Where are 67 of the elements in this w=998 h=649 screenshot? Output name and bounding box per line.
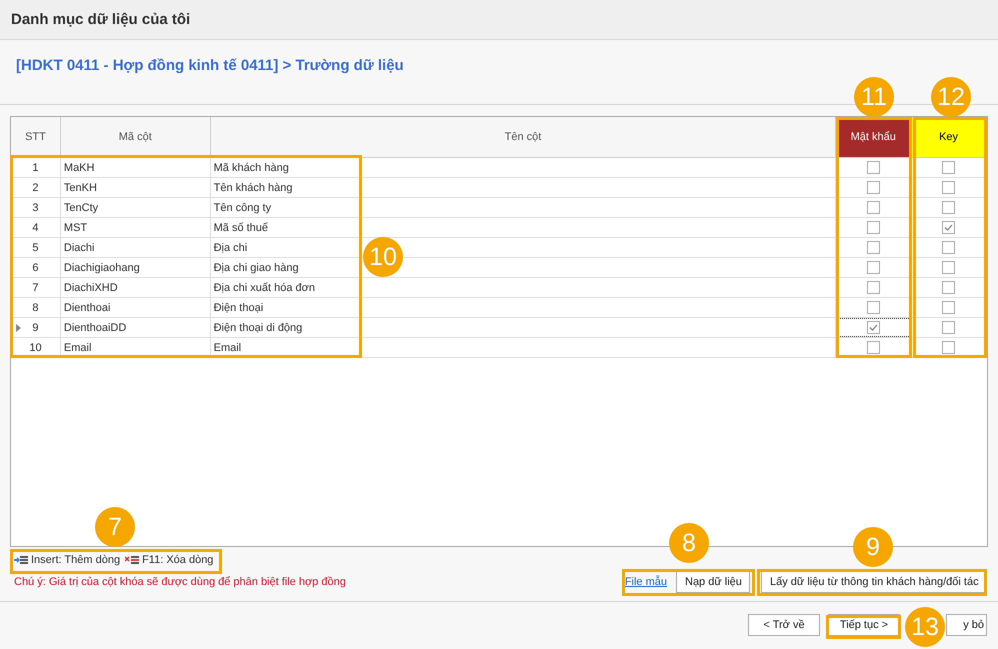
shortcut-hint: F11: Xóa dòng (142, 554, 214, 566)
table-cell: Mã khách hàng (210, 158, 836, 177)
table-cell: MaKH (60, 158, 211, 177)
row-number: 10 (11, 338, 61, 357)
checkbox[interactable] (866, 281, 880, 294)
checkbox[interactable] (942, 201, 956, 214)
checkbox[interactable] (942, 181, 956, 194)
table-cell: Email (60, 338, 211, 357)
checkbox[interactable] (942, 301, 956, 314)
callout-number: 8 (669, 523, 709, 563)
column-header[interactable]: Mã cột (60, 117, 211, 157)
shortcut-hint: Insert: Thêm dòng (31, 554, 120, 566)
table-cell: Diachi (60, 238, 211, 257)
cancel-button[interactable]: y bỏ (946, 614, 987, 636)
table-cell: Diachigiaohang (60, 258, 211, 277)
fetch-data-button[interactable]: Lấy dữ liệu từ thông tin khách hàng/đối tác (761, 571, 987, 593)
checkbox[interactable] (866, 201, 880, 214)
row-number: 9 (11, 318, 61, 337)
load-data-button[interactable]: Nạp dữ liệu (676, 571, 750, 593)
note-text: Chú ý: Giá trị của cột khóa sẽ được dùng để phân biệt file hợp đồng (14, 576, 347, 588)
row-number: 7 (11, 278, 61, 297)
back-button[interactable]: < Trở về (748, 614, 820, 636)
checkbox[interactable] (942, 161, 956, 174)
checkbox[interactable] (866, 181, 880, 194)
checkbox[interactable] (866, 221, 880, 234)
callout-number: 13 (905, 607, 945, 647)
checkbox[interactable] (942, 261, 956, 274)
checkbox[interactable] (866, 321, 880, 334)
table-cell: Điện thoại di động (210, 318, 836, 337)
delete-row-icon (125, 555, 140, 565)
table-cell: MST (60, 218, 211, 237)
table-cell: DienthoaiDD (60, 318, 211, 337)
checkbox[interactable] (866, 341, 880, 354)
breadcrumb: [HDKT 0411 - Hợp đồng kinh tế 0411] > Trường dữ liệu (16, 57, 404, 74)
callout-number: 12 (931, 77, 971, 117)
column-header[interactable]: Tên cột (210, 117, 836, 157)
row-number: 4 (11, 218, 61, 237)
table-cell: DiachiXHD (60, 278, 211, 297)
row-number: 8 (11, 298, 61, 317)
checkbox[interactable] (866, 161, 880, 174)
checkbox[interactable] (866, 241, 880, 254)
window-title: Danh mục dữ liệu của tôi (11, 11, 190, 28)
row-number: 6 (11, 258, 61, 277)
table-cell: Tên khách hàng (210, 178, 836, 197)
table-cell: Địa chi xuất hóa đơn (210, 278, 836, 297)
row-number: 5 (11, 238, 61, 257)
row-number: 2 (11, 178, 61, 197)
table-cell: Email (210, 338, 836, 357)
column-header[interactable]: STT (11, 117, 61, 157)
table-cell: Tên công ty (210, 198, 836, 217)
table-cell: Dienthoai (60, 298, 211, 317)
callout-number: 9 (853, 527, 893, 567)
checkbox[interactable] (866, 301, 880, 314)
checkbox[interactable] (942, 341, 956, 354)
checkbox[interactable] (942, 221, 956, 234)
row-number: 1 (11, 158, 61, 177)
callout-number: 11 (854, 77, 894, 117)
checkbox[interactable] (866, 261, 880, 274)
table-cell: Điện thoại (210, 298, 836, 317)
checkbox[interactable] (942, 321, 956, 334)
table-cell: TenCty (60, 198, 211, 217)
row-number: 3 (11, 198, 61, 217)
checkbox[interactable] (942, 241, 956, 254)
table-cell: TenKH (60, 178, 211, 197)
template-file-link[interactable]: File mẫu (624, 576, 667, 588)
checkbox[interactable] (942, 281, 956, 294)
insert-row-icon (14, 555, 28, 565)
